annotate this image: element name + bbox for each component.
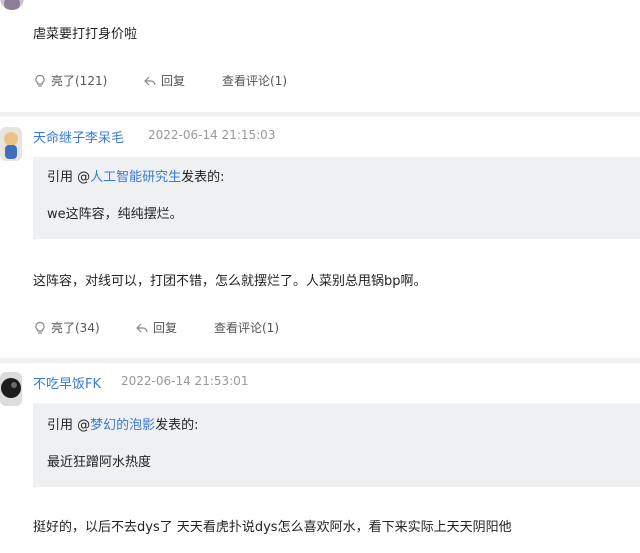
avatar[interactable] (0, 127, 22, 161)
post-date: 2022-06-14 21:15:03 (148, 128, 276, 142)
username[interactable]: 不吃早饭FK (33, 373, 101, 392)
avatar[interactable] (0, 0, 24, 10)
view-comments-label: 查看评论(1) (222, 74, 287, 88)
like-label: 亮了(121) (51, 74, 108, 88)
post-date: 2022-06-14 21:53:01 (121, 374, 249, 388)
quote-suffix: 发表的: (155, 418, 199, 433)
post-content: 挺好的，以后不去dys了 天天看虎扑说dys怎么喜欢阿水，看下来实际上天天阴阳他 (33, 520, 512, 535)
quote-header: 引用 @梦幻的泡影发表的: (47, 414, 199, 433)
reply-icon (143, 74, 157, 88)
quote-user-link[interactable]: 梦幻的泡影 (90, 418, 155, 433)
quote-block: 引用 @人工智能研究生发表的: we这阵容，纯纯摆烂。 (33, 157, 640, 239)
post-content: 这阵容，对线可以，打团不错，怎么就摆烂了。人菜别总甩锅bp啊。 (33, 274, 427, 289)
avatar[interactable] (0, 372, 22, 406)
quote-block: 引用 @梦幻的泡影发表的: 最近狂蹭阿水热度 (33, 403, 640, 487)
reply-label: 回复 (153, 321, 178, 335)
quote-suffix: 发表的: (181, 170, 225, 185)
lightbulb-icon (33, 74, 47, 88)
view-comments-button[interactable]: 查看评论(1) (222, 72, 287, 89)
username[interactable]: 天命继子李呆毛 (33, 127, 124, 146)
view-comments-label: 查看评论(1) (214, 321, 279, 335)
post-divider (0, 112, 640, 117)
quote-text: we这阵容，纯纯摆烂。 (47, 207, 183, 222)
post-content: 虐菜要打打身价啦 (33, 27, 138, 42)
reply-button[interactable]: 回复 (135, 319, 177, 336)
quote-prefix: 引用 @ (47, 170, 91, 185)
quote-text: 最近狂蹭阿水热度 (47, 455, 152, 470)
like-label: 亮了(34) (51, 321, 100, 335)
like-button[interactable]: 亮了(121) (33, 72, 107, 89)
reply-icon (135, 321, 149, 335)
lightbulb-icon (33, 321, 47, 335)
quote-user-link[interactable]: 人工智能研究生 (90, 170, 181, 185)
reply-label: 回复 (161, 74, 186, 88)
quote-prefix: 引用 @ (47, 418, 91, 433)
post-divider (0, 358, 640, 363)
like-button[interactable]: 亮了(34) (33, 319, 100, 336)
view-comments-button[interactable]: 查看评论(1) (214, 319, 279, 336)
quote-header: 引用 @人工智能研究生发表的: (47, 166, 225, 185)
reply-button[interactable]: 回复 (143, 72, 185, 89)
